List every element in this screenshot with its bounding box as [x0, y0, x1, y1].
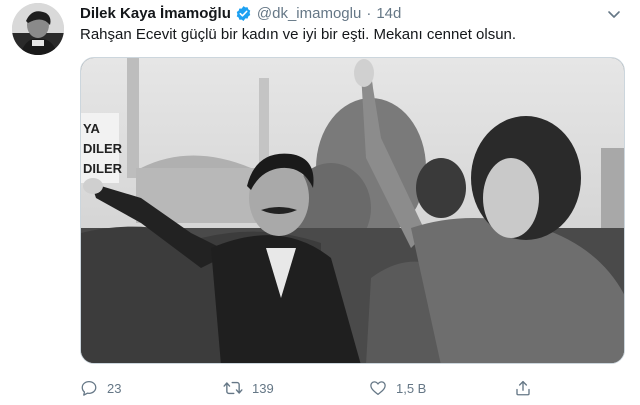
share-icon [514, 379, 532, 397]
display-name[interactable]: Dilek Kaya İmamoğlu [80, 5, 231, 22]
tweet[interactable]: Dilek Kaya İmamoğlu @dk_imamoglu · 14d R… [0, 0, 640, 405]
tweet-text: Rahşan Ecevit güçlü bir kadın ve iyi bir… [80, 26, 517, 43]
reply-count: 23 [107, 380, 122, 396]
verified-badge-icon [235, 5, 252, 22]
timestamp[interactable]: 14d [376, 5, 401, 22]
tweet-photo[interactable]: YA DILER DILER [80, 57, 625, 364]
share-button[interactable] [514, 377, 541, 399]
retweet-count: 139 [252, 380, 274, 396]
tweet-header: Dilek Kaya İmamoğlu @dk_imamoglu · 14d [80, 3, 401, 23]
sign-line-3: DILER [83, 161, 123, 176]
like-count: 1,5 B [396, 380, 427, 396]
action-bar: 23 139 1,5 B [80, 377, 540, 399]
heart-icon [369, 379, 387, 397]
retweet-icon [223, 379, 243, 397]
avatar[interactable] [12, 3, 64, 55]
retweet-button[interactable]: 139 [223, 377, 274, 399]
separator-dot: · [366, 4, 372, 22]
sign-line-1: YA [83, 121, 100, 136]
like-button[interactable]: 1,5 B [369, 377, 426, 399]
chevron-down-icon[interactable] [604, 4, 624, 24]
reply-button[interactable]: 23 [80, 377, 121, 399]
sign-line-2: DILER [83, 141, 123, 156]
reply-icon [80, 379, 98, 397]
handle[interactable]: @dk_imamoglu [257, 5, 361, 22]
